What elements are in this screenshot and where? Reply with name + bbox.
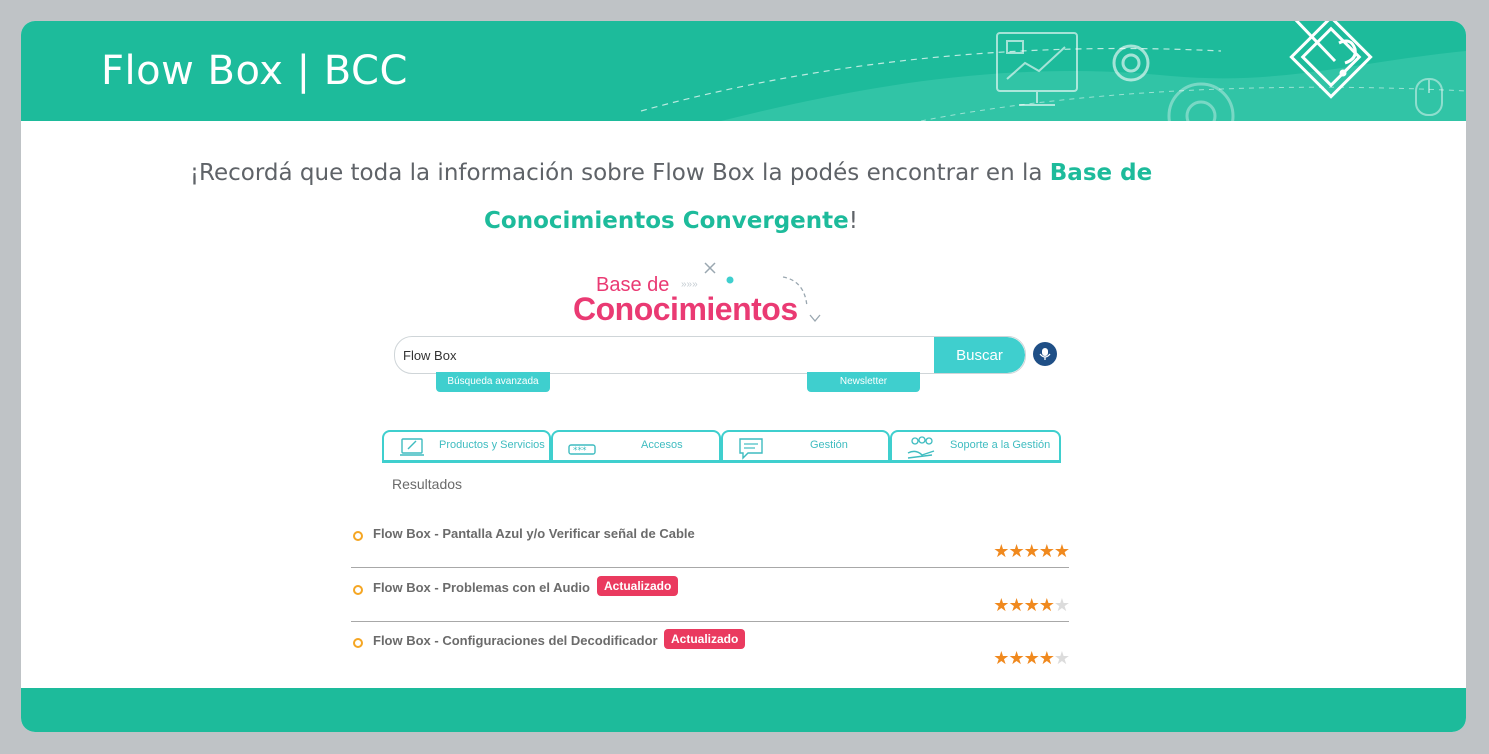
star-icon: ★	[1008, 595, 1024, 616]
intro-end: !	[848, 208, 858, 234]
star-icon: ★	[1038, 541, 1055, 562]
divider	[351, 621, 1069, 622]
tab-label: Productos y Servicios	[439, 439, 545, 451]
star-icon: ★	[1023, 541, 1040, 562]
result-item[interactable]: Flow Box - Configuraciones del Decodific…	[351, 629, 1070, 684]
tabs-underline	[382, 460, 1061, 463]
star-icon: ★	[1038, 648, 1055, 669]
newsletter-link[interactable]: Newsletter	[807, 372, 920, 392]
kb-logo-line2: Conocimientos	[573, 291, 798, 327]
chat-icon	[739, 438, 763, 460]
updated-badge: Actualizado	[664, 629, 746, 649]
tab-accesos[interactable]: *** Accesos	[551, 430, 721, 463]
updated-badge: Actualizado	[597, 576, 679, 596]
bullet-icon	[353, 638, 363, 648]
intro-text: ¡Recordá que toda la información sobre F…	[189, 160, 1050, 186]
rating-stars: ★★★★★	[993, 541, 1070, 562]
star-icon: ★	[1023, 595, 1040, 616]
result-item[interactable]: Flow Box - Problemas con el Audio Actual…	[351, 576, 1070, 631]
rating-stars: ★★★★★	[993, 648, 1070, 669]
divider	[351, 567, 1069, 568]
star-icon: ★	[993, 541, 1009, 562]
search-button[interactable]: Buscar	[934, 337, 1025, 373]
star-icon: ★	[993, 648, 1009, 669]
tab-label: Soporte a la Gestión	[950, 439, 1051, 451]
result-title[interactable]: Flow Box - Configuraciones del Decodific…	[373, 633, 658, 648]
team-hand-icon	[907, 436, 935, 459]
result-title[interactable]: Flow Box - Pantalla Azul y/o Verificar s…	[373, 526, 695, 541]
devices-icon	[400, 438, 424, 456]
tab-label: Gestión	[810, 439, 848, 451]
advanced-search-link[interactable]: Búsqueda avanzada	[436, 372, 550, 392]
star-icon: ★	[1038, 595, 1055, 616]
tab-gestion[interactable]: Gestión	[721, 430, 890, 463]
star-empty-icon: ★	[1053, 648, 1070, 669]
tab-label: Accesos	[641, 439, 683, 451]
star-icon: ★	[1008, 648, 1024, 669]
svg-text:»»»: »»»	[681, 279, 698, 290]
result-item[interactable]: Flow Box - Pantalla Azul y/o Verificar s…	[351, 524, 1070, 577]
star-icon: ★	[1023, 648, 1040, 669]
kb-logo: »»» Base de Conocimientos	[569, 257, 829, 329]
tab-productos-servicios[interactable]: Productos y Servicios	[382, 430, 551, 463]
intro-message: ¡Recordá que toda la información sobre F…	[171, 149, 1171, 245]
star-icon: ★	[993, 595, 1009, 616]
bullet-icon	[353, 531, 363, 541]
star-icon: ★	[1053, 541, 1070, 562]
category-tabs: Productos y Servicios *** Accesos Gestió…	[382, 430, 1061, 463]
slide-card: Flow Box | BCC ¡Recordá que toda la info…	[21, 21, 1466, 732]
header-banner: Flow Box | BCC	[21, 21, 1466, 121]
microphone-button[interactable]	[1033, 342, 1057, 366]
microphone-icon	[1039, 348, 1051, 360]
rating-stars: ★★★★★	[993, 595, 1070, 616]
svg-text:***: ***	[573, 446, 587, 456]
result-title[interactable]: Flow Box - Problemas con el Audio	[373, 580, 590, 595]
password-icon: ***	[568, 444, 596, 456]
bullet-icon	[353, 585, 363, 595]
tab-soporte-gestion[interactable]: Soporte a la Gestión	[890, 430, 1061, 463]
page-title: Flow Box | BCC	[101, 48, 408, 94]
results-heading: Resultados	[392, 476, 463, 492]
search-bar: Buscar	[394, 336, 1026, 374]
star-icon: ★	[1008, 541, 1024, 562]
search-input[interactable]	[395, 337, 943, 373]
footer-bar	[21, 688, 1466, 732]
star-empty-icon: ★	[1053, 595, 1070, 616]
